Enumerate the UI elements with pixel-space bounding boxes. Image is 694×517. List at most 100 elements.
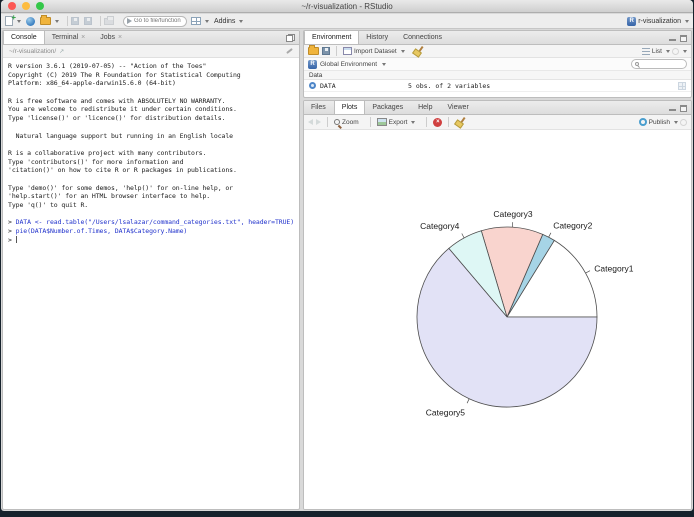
zoom-icon <box>334 119 340 125</box>
tab-jobs[interactable]: Jobs × <box>93 31 130 44</box>
pie-label: Category5 <box>426 408 465 418</box>
divider <box>327 117 328 127</box>
divider <box>336 46 337 56</box>
refresh-plots-icon[interactable] <box>680 119 687 126</box>
project-icon: R <box>627 17 636 26</box>
divider <box>67 16 68 26</box>
plot-area: Category1Category2Category3Category4Cate… <box>304 130 691 510</box>
zoom-plot-button[interactable]: Zoom <box>334 119 359 126</box>
clear-all-plots-icon[interactable] <box>455 117 465 127</box>
tab-connections[interactable]: Connections <box>396 31 450 44</box>
pie-label-tick <box>549 233 551 237</box>
list-view-icon <box>642 48 650 55</box>
goto-file-box[interactable] <box>123 16 187 27</box>
console-output[interactable]: R version 3.6.1 (2019-07-05) -- "Action … <box>3 58 299 244</box>
goto-directory-icon[interactable]: ↗ <box>59 48 64 55</box>
import-dataset-icon <box>343 47 352 55</box>
open-folder-icon <box>40 17 51 25</box>
minimize-pane-icon[interactable] <box>669 105 676 112</box>
save-icon <box>71 17 79 25</box>
project-menu-button[interactable]: R r-visualization <box>627 17 689 26</box>
panes-grid-icon <box>191 17 201 25</box>
minimize-pane-icon[interactable] <box>669 35 676 42</box>
next-plot-icon[interactable] <box>316 119 321 125</box>
save-all-icon <box>84 17 92 25</box>
plots-toolbar: Zoom Export × Publish <box>304 115 691 130</box>
addins-label: Addins <box>214 18 235 25</box>
divider <box>426 117 427 127</box>
remove-plot-icon[interactable]: × <box>433 118 442 127</box>
save-button[interactable] <box>71 17 79 25</box>
addins-button[interactable]: Addins <box>214 18 243 25</box>
tab-files[interactable]: Files <box>304 101 334 114</box>
close-icon[interactable]: × <box>118 34 122 41</box>
chevron-down-icon <box>674 121 678 124</box>
tab-viewer[interactable]: Viewer <box>441 101 477 114</box>
previous-plot-icon[interactable] <box>308 119 313 125</box>
print-button[interactable] <box>104 18 114 25</box>
tab-terminal[interactable]: Terminal × <box>45 31 94 44</box>
tab-plots[interactable]: Plots <box>334 101 366 114</box>
global-environment-label[interactable]: Global Environment <box>320 61 377 68</box>
tab-packages[interactable]: Packages <box>365 101 411 114</box>
project-name: r-visualization <box>638 18 681 25</box>
export-label: Export <box>389 119 408 126</box>
chevron-down-icon <box>666 50 670 53</box>
clear-objects-icon[interactable] <box>413 46 423 56</box>
new-file-button[interactable] <box>5 16 21 26</box>
plots-tabstrip: Files Plots Packages Help Viewer <box>304 101 691 115</box>
popout-pane-icon[interactable] <box>286 34 295 42</box>
pie-label: Category4 <box>420 221 459 231</box>
tab-files-label: Files <box>311 104 326 111</box>
pie-label-tick <box>467 399 469 404</box>
chevron-down-icon <box>401 50 405 53</box>
search-icon <box>635 62 639 66</box>
chevron-down-icon <box>239 20 243 23</box>
tab-history[interactable]: History <box>359 31 396 44</box>
publish-label[interactable]: Publish <box>649 119 670 126</box>
new-project-icon <box>26 17 35 26</box>
chevron-down-icon <box>55 20 59 23</box>
tab-help[interactable]: Help <box>411 101 440 114</box>
divider <box>370 117 371 127</box>
pencil-icon[interactable] <box>286 48 293 54</box>
export-image-icon <box>377 118 387 126</box>
pie-label: Category1 <box>594 263 633 273</box>
table-row[interactable]: DATA 5 obs. of 2 variables <box>304 80 691 92</box>
pie-label-tick <box>462 234 464 238</box>
pie-label-tick <box>586 271 590 273</box>
environment-tabstrip: Environment History Connections <box>304 31 691 45</box>
export-button[interactable]: Export <box>377 118 416 126</box>
refresh-icon[interactable] <box>672 48 679 55</box>
import-dataset-label: Import Dataset <box>354 48 397 55</box>
tab-environment[interactable]: Environment <box>304 31 359 44</box>
close-icon[interactable]: × <box>81 34 85 41</box>
divider <box>100 16 101 26</box>
environment-panel: Environment History Connections <box>303 30 692 98</box>
environment-search-box[interactable] <box>631 59 687 69</box>
window-body: ~/r-visualization - RStudio <box>1 0 693 511</box>
chevron-down-icon <box>205 20 209 23</box>
tab-environment-label: Environment <box>312 34 351 41</box>
tab-viewer-label: Viewer <box>448 104 469 111</box>
view-data-icon[interactable] <box>678 82 686 90</box>
print-icon <box>104 18 114 25</box>
save-workspace-icon[interactable] <box>322 47 330 55</box>
open-file-button[interactable] <box>40 17 59 25</box>
goto-file-input[interactable] <box>134 18 184 24</box>
environment-search-input[interactable] <box>641 61 681 67</box>
save-all-button[interactable] <box>84 17 92 25</box>
maximize-pane-icon[interactable] <box>680 105 687 112</box>
tab-console[interactable]: Console <box>3 31 45 44</box>
panes-button[interactable] <box>191 17 209 25</box>
list-view-label[interactable]: List <box>652 48 662 55</box>
import-dataset-button[interactable]: Import Dataset <box>343 47 405 55</box>
new-project-button[interactable] <box>26 17 35 26</box>
pie-chart: Category1Category2Category3Category4Cate… <box>304 130 692 510</box>
pie-label: Category3 <box>493 209 532 219</box>
tab-help-label: Help <box>418 104 432 111</box>
console-panel: Console Terminal × Jobs × ~/r-visualizat… <box>2 30 300 510</box>
maximize-pane-icon[interactable] <box>680 35 687 42</box>
load-workspace-icon[interactable] <box>308 47 319 55</box>
tab-packages-label: Packages <box>372 104 403 111</box>
